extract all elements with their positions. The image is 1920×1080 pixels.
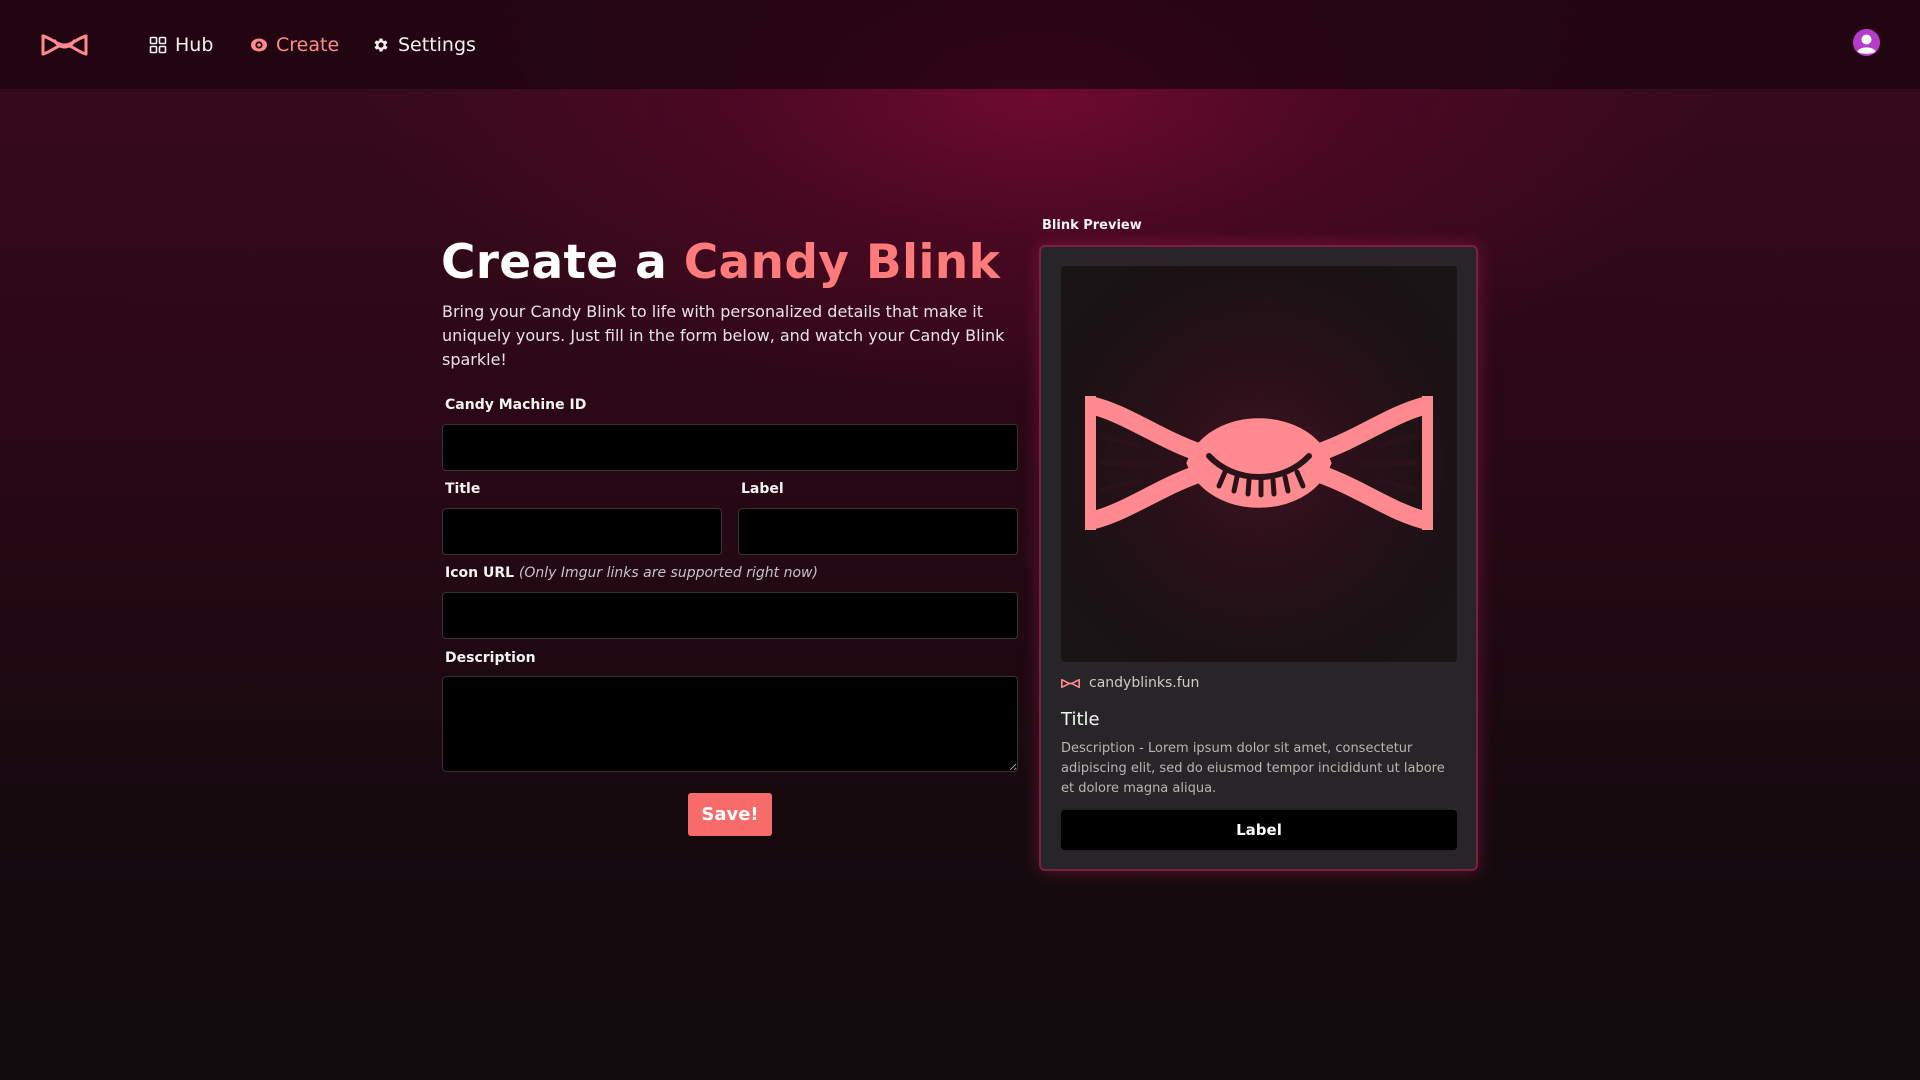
eye-icon [250,36,268,54]
label-input[interactable] [738,508,1018,555]
preview-image [1061,266,1457,662]
preview-description: Description - Lorem ipsum dolor sit amet… [1061,741,1445,796]
nav-item-label: Settings [398,34,476,56]
gear-icon [372,36,390,54]
nav-item-hub[interactable]: Hub [149,30,213,60]
save-button[interactable]: Save! [688,793,772,836]
candy-machine-id-label: Candy Machine ID [445,397,587,413]
candy-eye-logo-icon [1085,396,1433,530]
page-title: Create a Candy Blink [441,235,1000,290]
nav-item-label: Hub [175,34,214,56]
title-input[interactable] [442,508,722,555]
preview-domain: candyblinks.fun [1061,675,1199,691]
page-title-accent: Candy Blink [683,235,1001,290]
candy-logo-icon [1061,678,1080,688]
top-navbar: Hub Create Settings [0,0,1920,89]
blink-preview-card: candyblinks.fun Title Description - Lore… [1039,245,1478,871]
nav-item-settings[interactable]: Settings [372,30,476,60]
description-label: Description [445,650,536,666]
preview-action-button[interactable]: Label [1061,810,1457,850]
preview-title: Title [1061,709,1100,730]
title-label: Title [445,481,481,497]
page-intro: Bring your Candy Blink to life with pers… [442,302,1005,369]
preview-caption: Blink Preview [1042,218,1142,233]
candy-logo-icon[interactable] [41,34,88,56]
description-textarea[interactable] [442,676,1018,772]
preview-domain-text: candyblinks.fun [1089,675,1200,691]
candy-machine-id-input[interactable] [442,424,1018,471]
grid-icon [149,36,167,54]
nav-item-label: Create [276,34,340,56]
page-title-prefix: Create a [441,235,684,290]
icon-url-input[interactable] [442,592,1018,639]
user-avatar-icon[interactable] [1853,29,1880,56]
label-label: Label [741,481,784,497]
icon-url-hint: (Only Imgur links are supported right no… [518,565,818,581]
icon-url-label: Icon URL (Only Imgur links are supported… [445,565,818,581]
icon-url-label-text: Icon URL [445,565,515,581]
nav-item-create[interactable]: Create [250,30,339,60]
